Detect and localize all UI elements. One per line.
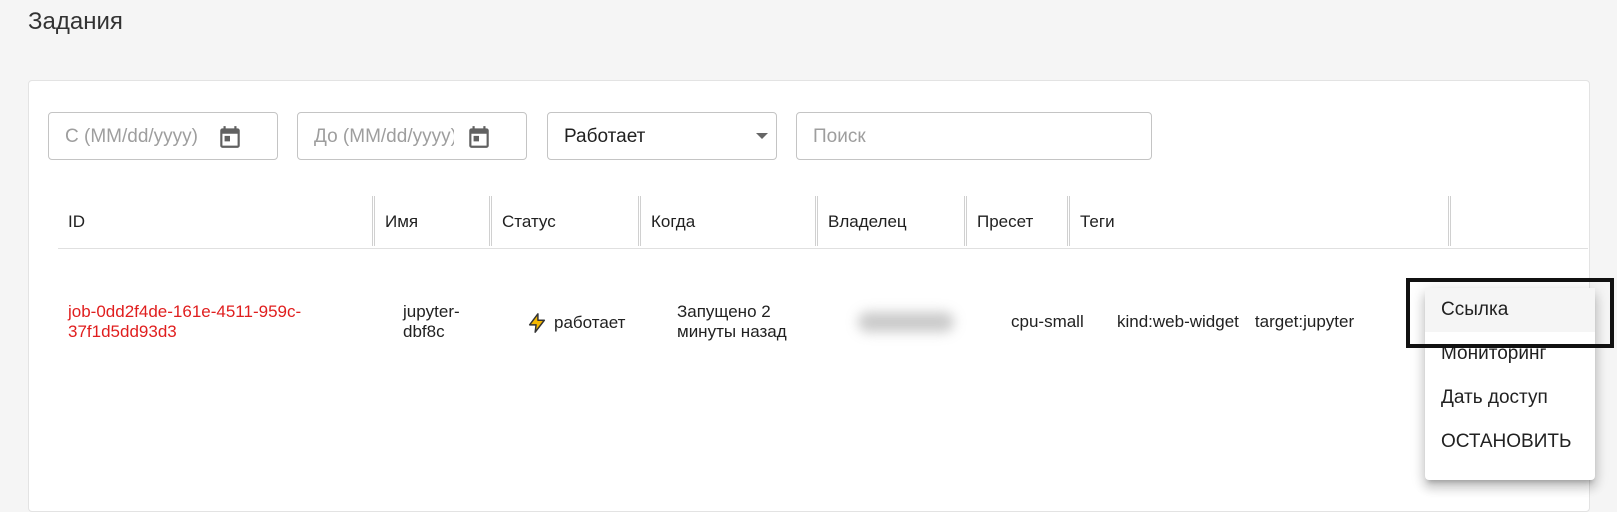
column-header-when[interactable]: Когда	[641, 196, 815, 248]
calendar-icon[interactable]	[466, 124, 492, 150]
date-from-field[interactable]	[48, 112, 278, 160]
calendar-icon[interactable]	[217, 124, 243, 150]
column-header-id[interactable]: ID	[58, 196, 372, 248]
job-name-line1: jupyter-	[403, 302, 460, 321]
column-header-preset[interactable]: Пресет	[967, 196, 1067, 248]
column-resize-handle[interactable]	[1448, 196, 1451, 246]
job-when: Запущено 2 минуты назад	[677, 302, 787, 342]
job-id-line1: job-0dd2f4de-161e-4511-959c-	[68, 302, 302, 321]
owner-redacted	[858, 312, 954, 332]
job-status: работает	[526, 311, 625, 335]
job-id-line2: 37f1d5dd93d3	[68, 322, 177, 341]
chevron-down-icon	[756, 133, 768, 139]
page-title: Задания	[28, 8, 123, 35]
date-from-input[interactable]	[65, 125, 205, 149]
tag-chip: kind:web-widget	[1117, 312, 1239, 331]
menu-item-share[interactable]: Дать доступ	[1425, 376, 1595, 420]
job-name: jupyter- dbf8c	[403, 302, 460, 342]
menu-item-link[interactable]: Ссылка	[1425, 288, 1595, 332]
status-select[interactable]: Работает	[547, 112, 777, 160]
lightning-icon	[528, 313, 546, 333]
job-id-link[interactable]: job-0dd2f4de-161e-4511-959c- 37f1d5dd93d…	[68, 302, 301, 342]
job-when-line2: минуты назад	[677, 322, 787, 341]
tag-chip: target:jupyter	[1254, 312, 1355, 331]
column-header-name[interactable]: Имя	[375, 196, 489, 248]
job-when-line1: Запущено 2	[677, 302, 771, 321]
job-actions-menu: Ссылка Мониторинг Дать доступ ОСТАНОВИТЬ	[1425, 288, 1595, 480]
date-to-input[interactable]	[314, 125, 454, 149]
job-status-label: работает	[554, 313, 626, 332]
status-select-value: Работает	[564, 126, 646, 147]
job-preset: cpu-small	[1011, 312, 1084, 331]
column-header-owner[interactable]: Владелец	[818, 196, 964, 248]
job-name-line2: dbf8c	[403, 322, 445, 341]
search-input[interactable]	[813, 125, 1133, 149]
menu-item-stop[interactable]: ОСТАНОВИТЬ	[1425, 420, 1595, 464]
search-field[interactable]	[796, 112, 1152, 160]
column-header-status[interactable]: Статус	[492, 196, 638, 248]
job-tags: kind:web-widget target:jupyter	[1117, 312, 1370, 332]
date-to-field[interactable]	[297, 112, 527, 160]
menu-item-monitoring[interactable]: Мониторинг	[1425, 332, 1595, 376]
column-header-tags[interactable]: Теги	[1070, 196, 1448, 248]
table-header: ID Имя Статус Когда Владелец Пресет Теги	[58, 196, 1588, 249]
